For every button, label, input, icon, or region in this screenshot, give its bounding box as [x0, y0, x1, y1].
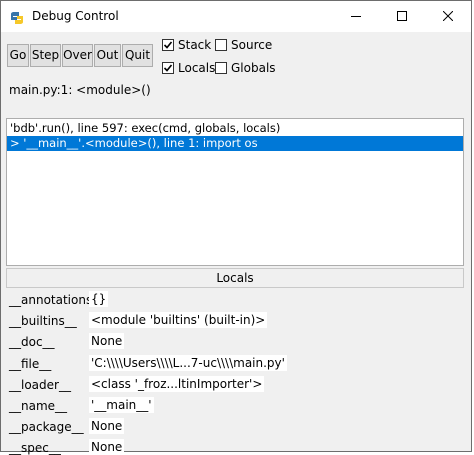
locals-header: Locals — [6, 268, 464, 288]
local-var-value[interactable]: 'C:\\\\Users\\\\L...7-uc\\\\main.py' — [89, 355, 287, 371]
status-line: main.py:1: <module>() — [9, 83, 151, 97]
over-button[interactable]: Over — [62, 44, 93, 67]
checkmark-icon — [163, 64, 173, 72]
locals-checkbox[interactable] — [162, 62, 174, 74]
source-checkbox[interactable] — [215, 39, 227, 51]
local-var-value[interactable]: {} — [89, 291, 109, 307]
maximize-button[interactable] — [379, 1, 425, 32]
quit-button[interactable]: Quit — [122, 44, 153, 67]
stack-checkbox[interactable] — [162, 39, 174, 51]
close-icon — [443, 11, 453, 21]
stack-list[interactable]: 'bdb'.run(), line 597: exec(cmd, globals… — [6, 118, 464, 266]
local-var-value[interactable]: None — [89, 418, 125, 434]
step-button[interactable]: Step — [30, 44, 61, 67]
debug-control-window: Debug Control Go Step Over Out Quit Stac… — [0, 0, 472, 455]
local-var-name: __file__ — [9, 357, 52, 371]
local-var-name: __package__ — [9, 420, 84, 434]
checkmark-icon — [163, 41, 173, 49]
stack-checkbox-label: Stack — [178, 38, 212, 52]
python-icon — [10, 10, 24, 24]
local-var-name: __builtins__ — [9, 314, 77, 328]
stack-frame-item-selected[interactable]: > '__main__'.<module>(), line 1: import … — [7, 136, 463, 151]
local-var-value[interactable]: None — [89, 439, 125, 455]
locals-checkbox-label: Locals — [178, 61, 216, 75]
title-bar[interactable]: Debug Control — [1, 1, 471, 32]
go-button[interactable]: Go — [7, 44, 29, 67]
window-title: Debug Control — [32, 9, 119, 23]
local-var-name: __doc__ — [9, 335, 55, 349]
maximize-icon — [397, 11, 407, 21]
local-var-value[interactable]: <class '_froz...ltinImporter'> — [89, 376, 265, 392]
source-checkbox-label: Source — [231, 38, 273, 52]
stack-frame-item[interactable]: 'bdb'.run(), line 597: exec(cmd, globals… — [7, 121, 463, 136]
local-var-value[interactable]: None — [89, 333, 125, 349]
local-var-name: __spec__ — [9, 441, 61, 455]
minimize-button[interactable] — [333, 1, 379, 32]
minimize-icon — [351, 16, 361, 17]
local-var-name: __loader__ — [9, 378, 71, 392]
out-button[interactable]: Out — [94, 44, 121, 67]
local-var-name: __name__ — [9, 399, 68, 413]
globals-checkbox-label: Globals — [231, 61, 276, 75]
local-var-value[interactable]: '__main__' — [89, 397, 154, 413]
close-button[interactable] — [425, 1, 471, 32]
globals-checkbox[interactable] — [215, 62, 227, 74]
local-var-value[interactable]: <module 'builtins' (built-in)> — [89, 312, 268, 328]
